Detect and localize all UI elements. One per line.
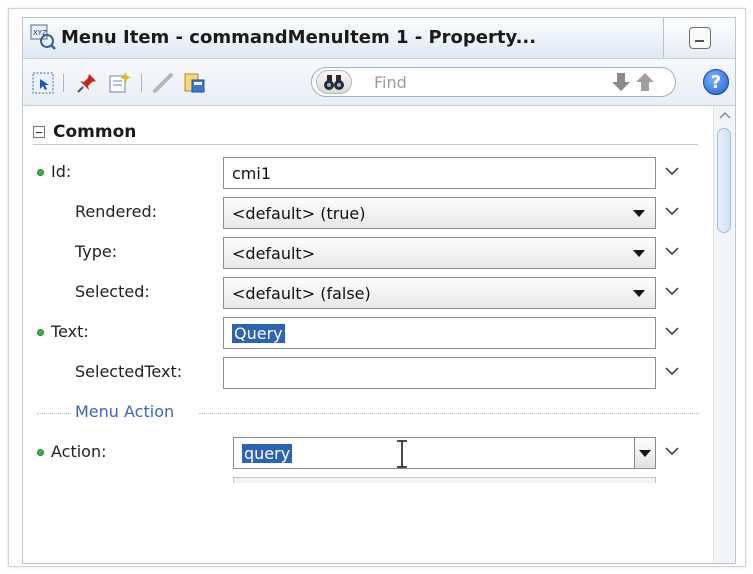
- find-next-icon[interactable]: [610, 71, 632, 93]
- property-row-text: Text: Query: [23, 314, 713, 352]
- selected-value: <default> (false): [232, 284, 371, 303]
- select-component-icon[interactable]: [31, 71, 55, 95]
- collapse-icon[interactable]: [33, 126, 45, 138]
- scrollbar-thumb[interactable]: [717, 128, 731, 233]
- property-label: Type:: [75, 242, 118, 261]
- pencil-icon[interactable]: [151, 71, 175, 95]
- action-value: query: [242, 444, 293, 463]
- property-label: Text:: [51, 322, 89, 341]
- property-row-rendered: Rendered: <default> (true): [23, 194, 713, 232]
- find-previous-icon[interactable]: [634, 71, 656, 93]
- group-divider: [37, 413, 71, 414]
- property-label: Action:: [51, 442, 107, 461]
- dropdown-arrow-icon: [633, 250, 645, 257]
- property-inspector-panel: XYZ Menu Item - commandMenuItem 1 - Prop…: [22, 17, 736, 564]
- selectedtext-field[interactable]: [223, 357, 656, 389]
- action-field[interactable]: query: [233, 437, 635, 469]
- toolbar-separator: [63, 74, 64, 92]
- group-divider: [199, 413, 699, 414]
- find-field[interactable]: Find: [311, 67, 676, 97]
- chevron-down-icon[interactable]: [663, 364, 681, 378]
- selected-select[interactable]: <default> (false): [223, 277, 656, 309]
- section-title: Common: [53, 122, 137, 142]
- group-label: Menu Action: [75, 402, 175, 421]
- chevron-down-icon[interactable]: [663, 204, 681, 218]
- binoculars-icon: [324, 75, 344, 90]
- dropdown-arrow-icon: [633, 290, 645, 297]
- property-row-selected: Selected: <default> (false): [23, 274, 713, 312]
- required-indicator-icon: [37, 449, 44, 456]
- id-value: cmi1: [232, 164, 272, 183]
- property-label: Rendered:: [75, 202, 157, 221]
- property-row-id: Id: cmi1: [23, 154, 713, 192]
- chevron-down-icon[interactable]: [663, 324, 681, 338]
- pin-icon[interactable]: [75, 71, 99, 95]
- chevron-down-icon[interactable]: [663, 244, 681, 258]
- scroll-up-icon[interactable]: [718, 109, 732, 121]
- toolbar: Find ?: [23, 59, 735, 106]
- type-select[interactable]: <default>: [223, 237, 656, 269]
- type-value: <default>: [232, 244, 316, 263]
- id-field[interactable]: cmi1: [223, 157, 656, 189]
- action-dropdown-button[interactable]: [635, 437, 656, 469]
- binoculars-button[interactable]: [316, 70, 352, 94]
- dropdown-arrow-icon: [633, 210, 645, 217]
- minimize-button[interactable]: [689, 27, 711, 49]
- property-label: Id:: [51, 162, 72, 181]
- property-list: Common Id: cmi1 Rendered: <default> (tru…: [23, 106, 713, 563]
- property-label: SelectedText:: [75, 362, 183, 381]
- toolbar-separator: [141, 74, 142, 92]
- section-header-common[interactable]: Common: [33, 122, 698, 145]
- rendered-select[interactable]: <default> (true): [223, 197, 656, 229]
- edit-properties-icon[interactable]: [107, 71, 131, 95]
- next-field-edge: [233, 477, 656, 483]
- chevron-down-icon[interactable]: [663, 284, 681, 298]
- chevron-down-icon[interactable]: [663, 164, 681, 178]
- help-button[interactable]: ?: [703, 69, 729, 95]
- group-menu-action: Menu Action: [23, 402, 713, 426]
- text-cursor-icon: [397, 440, 407, 468]
- property-row-action: Action: query: [23, 434, 713, 472]
- title-tab[interactable]: XYZ Menu Item - commandMenuItem 1 - Prop…: [23, 18, 664, 58]
- title-bar: XYZ Menu Item - commandMenuItem 1 - Prop…: [23, 18, 735, 59]
- bind-to-data-icon[interactable]: [183, 71, 207, 95]
- property-row-type: Type: <default>: [23, 234, 713, 272]
- find-placeholder: Find: [374, 73, 407, 92]
- help-icon: ?: [710, 72, 722, 93]
- menu-item-icon: XYZ: [30, 24, 56, 50]
- required-indicator-icon: [37, 169, 44, 176]
- property-label: Selected:: [75, 282, 150, 301]
- rendered-value: <default> (true): [232, 204, 366, 223]
- chevron-down-icon[interactable]: [663, 444, 681, 458]
- window-title: Menu Item - commandMenuItem 1 - Property…: [61, 27, 537, 48]
- property-row-selectedtext: SelectedText:: [23, 354, 713, 392]
- vertical-scrollbar[interactable]: [713, 106, 735, 563]
- text-value: Query: [232, 324, 285, 343]
- text-field[interactable]: Query: [223, 317, 656, 349]
- required-indicator-icon: [37, 329, 44, 336]
